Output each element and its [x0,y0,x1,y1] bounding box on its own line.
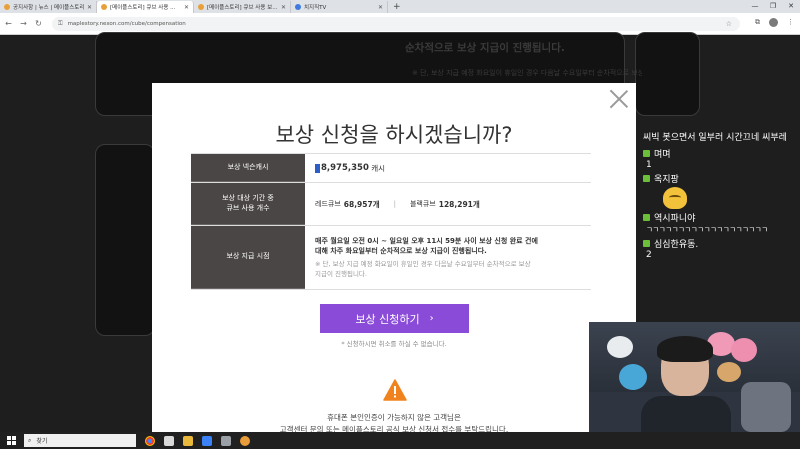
extensions-icon[interactable]: ⧉ [755,18,760,27]
background-card-right [635,32,700,116]
cube-usage-row: 보상 대상 기간 중 큐브 사용 개수 레드큐브 68,957개 | 블랙큐브 … [191,183,591,226]
cube-usage-value: 레드큐브 68,957개 | 블랙큐브 128,291개 [305,183,480,225]
red-cube-label: 레드큐브 [315,200,341,208]
reward-info-table: 보상 넥슨캐시 8,975,350 캐시 보상 대상 기간 중 큐브 사용 개수… [191,153,591,290]
windows-start-icon[interactable] [0,432,22,449]
browser-tab-bar: 공지사항 | 뉴스 | 메이플스토리 ✕ [메이플스토리] 큐브 사용 ... … [0,0,800,13]
folder-icon[interactable] [183,435,193,446]
chzzk-favicon-icon [295,4,301,10]
tab-label: [메이플스토리] 큐브 사용 ... [110,5,176,11]
url-text: maplestory.nexon.com/cube/compensation [67,21,186,27]
browser-tab-notice[interactable]: 공지사항 | 뉴스 | 메이플스토리 ✕ [0,1,97,13]
badge-icon [643,175,650,183]
verification-warning-line1: 휴대폰 본인인증이 가능하지 않은 고객님은 [327,413,461,422]
chair [741,382,791,432]
close-tab-icon[interactable]: ✕ [378,4,383,11]
maplestory-favicon-icon [101,4,107,10]
chevron-right-icon: › [429,313,434,324]
payout-schedule-row: 보상 지급 시점 매주 월요일 오전 0시 ~ 일요일 오후 11시 59분 사… [191,226,591,290]
streamer-body [641,396,731,432]
bookmark-star-icon[interactable]: ☆ [726,20,732,28]
close-icon[interactable] [610,89,628,107]
search-icon: ⌕ [28,436,32,444]
text-cursor [315,163,320,173]
chat-username: 역시파니야 [643,211,800,224]
plush-toy-icon [619,364,647,390]
chrome-icon[interactable] [145,435,155,446]
window-controls: — ❐ ✕ [746,0,800,12]
reload-icon[interactable]: ↻ [32,19,45,28]
forward-icon[interactable]: → [17,19,30,28]
apply-notice: * 신청하시면 취소를 하실 수 없습니다. [341,340,447,348]
black-cube-count: 128,291개 [438,199,480,209]
chat-emote-icon [663,187,687,210]
close-tab-icon[interactable]: ✕ [184,4,189,11]
reward-cash-row: 보상 넥슨캐시 8,975,350 캐시 [191,154,591,183]
badge-icon [643,214,650,222]
reward-cash-value: 8,975,350 캐시 [305,154,385,182]
badge-icon [643,150,650,158]
chat-message: 씨빅 봇으면서 일부러 시간끄네 씨부레 [643,133,787,143]
browser-tab-chzzk[interactable]: 치지직TV ✕ [291,1,388,13]
address-bar[interactable]: ⚿ maplestory.nexon.com/cube/compensation… [52,17,740,31]
divider: | [393,200,396,208]
chat-message: 2 [646,250,652,261]
taskview-icon[interactable] [164,435,174,446]
browser-tab-cube-info[interactable]: [메이플스토리] 큐브 사용 보... ✕ [194,1,291,13]
chat-message: 1 [646,160,652,171]
menu-kebab-icon[interactable]: ⋮ [787,18,794,27]
chat-username: 며며 [643,147,800,160]
red-cube-count: 68,957개 [343,199,380,209]
maplestory-favicon-icon [4,4,10,10]
background-card-left [95,144,155,336]
payout-schedule-value: 매주 월요일 오전 0시 ~ 일요일 오후 11시 59분 사이 보상 신청 완… [315,236,538,278]
payout-schedule-label: 보상 지급 시점 [191,226,305,289]
black-cube-label: 블랙큐브 [409,200,436,208]
chat-username: 심심한유동. [643,237,800,250]
site-info-icon[interactable]: ⚿ [58,20,63,28]
close-tab-icon[interactable]: ✕ [87,4,92,11]
plush-toy-icon [717,362,741,382]
browser-tab-cube-compensation[interactable]: [메이플스토리] 큐브 사용 ... ✕ [97,1,194,13]
maplestory-favicon-icon [198,4,204,10]
tab-label: [메이플스토리] 큐브 사용 보... [207,5,278,11]
streamer-hair [657,336,713,362]
close-tab-icon[interactable]: ✕ [281,4,286,11]
windows-taskbar: ⌕ 찾기 [0,432,800,449]
app-icon[interactable] [202,435,212,446]
badge-icon [643,240,650,248]
taskbar-search[interactable]: ⌕ 찾기 [24,434,136,447]
app-icon[interactable] [221,435,231,446]
chat-username: 옥지팡 [643,172,800,185]
app-icon[interactable] [240,435,250,446]
new-tab-button[interactable]: + [388,1,406,13]
plush-toy-icon [607,336,633,358]
minimize-icon[interactable]: — [746,0,764,12]
background-notice-text: 순차적으로 보상 지급이 진행됩니다. [405,42,565,54]
chat-message: ㄱㄱㄱㄱㄱㄱㄱㄱㄱㄱㄱㄱㄱㄱㄱㄱㄱㄱㄱ [646,225,768,235]
warning-icon [383,379,407,401]
close-window-icon[interactable]: ✕ [782,0,800,12]
reward-confirm-modal: 보상 신청을 하시겠습니까? 보상 넥슨캐시 8,975,350 캐시 보상 대… [152,83,636,436]
cube-usage-label: 보상 대상 기간 중 큐브 사용 개수 [191,183,305,225]
profile-avatar[interactable] [769,18,778,27]
reward-cash-label: 보상 넥슨캐시 [191,154,305,182]
background-notice-note: ※ 단, 보상 지급 예정 화요일이 휴일인 경우 다음날 수요일부터 순차적으… [412,69,642,77]
maximize-icon[interactable]: ❐ [764,0,782,12]
apply-reward-button[interactable]: 보상 신청하기 › [320,304,469,333]
toolbar-right: ⧉ ⋮ [755,18,794,27]
stream-chat: 씨빅 봇으면서 일부러 시간끄네 씨부레 며며 1 옥지팡 역시파니야 ㄱㄱㄱㄱ… [643,132,800,260]
webcam-feed [589,322,800,432]
tab-label: 치지직TV [304,5,327,11]
modal-title: 보상 신청을 하시겠습니까? [275,123,513,147]
back-icon[interactable]: ← [2,19,15,28]
tab-label: 공지사항 | 뉴스 | 메이플스토리 [13,5,85,11]
plush-toy-icon [731,338,757,362]
